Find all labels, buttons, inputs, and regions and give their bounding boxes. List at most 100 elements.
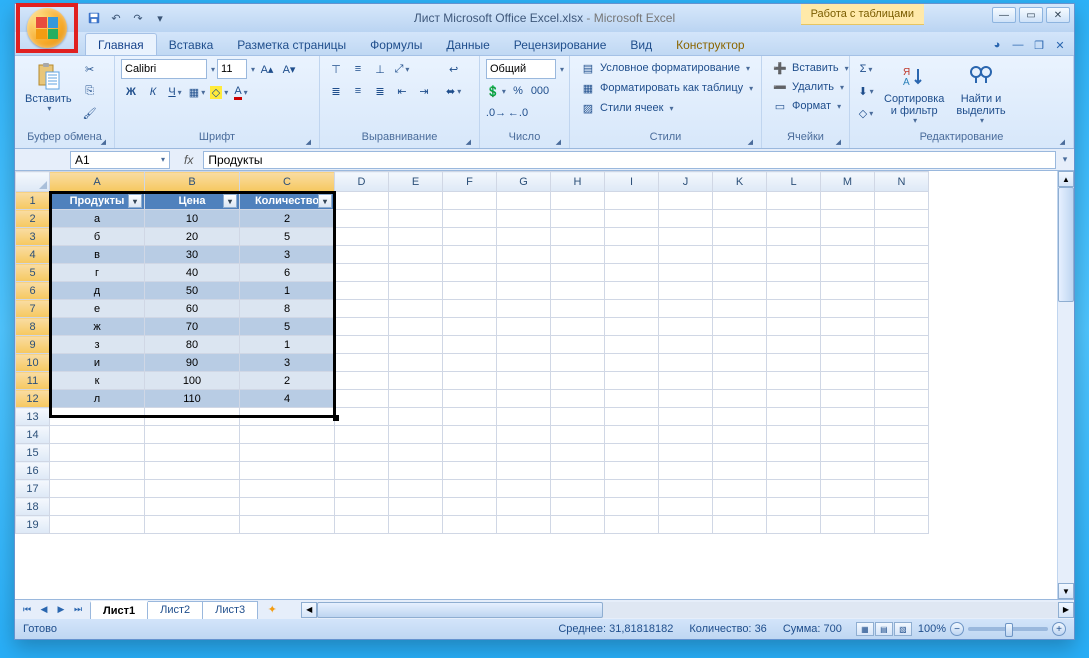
vertical-scrollbar[interactable]: ▲ ▼	[1057, 171, 1074, 599]
cell[interactable]	[50, 480, 145, 498]
cell[interactable]	[497, 462, 551, 480]
insert-function-icon[interactable]: fx	[174, 153, 203, 167]
format-as-table-button[interactable]: ▦Форматировать как таблицу▾	[576, 79, 757, 97]
cell[interactable]	[875, 444, 929, 462]
cell[interactable]	[389, 192, 443, 210]
conditional-formatting-button[interactable]: ▤Условное форматирование▾	[576, 59, 754, 77]
cell[interactable]	[659, 444, 713, 462]
cell[interactable]	[551, 264, 605, 282]
maximize-button[interactable]: ▭	[1019, 7, 1043, 23]
filter-icon[interactable]: ▾	[223, 194, 237, 208]
cell[interactable]	[443, 480, 497, 498]
cell[interactable]	[821, 444, 875, 462]
cell[interactable]	[821, 480, 875, 498]
cell[interactable]	[821, 228, 875, 246]
cell[interactable]	[767, 498, 821, 516]
cell[interactable]	[659, 228, 713, 246]
cell[interactable]	[551, 372, 605, 390]
cell[interactable]	[713, 228, 767, 246]
cell[interactable]	[659, 480, 713, 498]
cell[interactable]	[605, 228, 659, 246]
cell[interactable]	[767, 210, 821, 228]
cell[interactable]	[659, 498, 713, 516]
cell[interactable]	[551, 246, 605, 264]
cell[interactable]	[659, 300, 713, 318]
font-color-icon[interactable]: A▾	[231, 82, 251, 102]
cell[interactable]	[497, 408, 551, 426]
cell[interactable]	[659, 210, 713, 228]
table-cell[interactable]: л	[50, 390, 145, 408]
cell[interactable]	[443, 498, 497, 516]
decrease-decimal-icon[interactable]: ←.0	[508, 103, 528, 123]
ribbon-tab-вид[interactable]: Вид	[618, 34, 664, 55]
cell[interactable]	[605, 462, 659, 480]
cell[interactable]	[389, 300, 443, 318]
col-header-G[interactable]: G	[497, 172, 551, 192]
decrease-indent-icon[interactable]: ⇤	[392, 81, 412, 101]
scroll-up-icon[interactable]: ▲	[1058, 171, 1074, 187]
cell[interactable]	[551, 480, 605, 498]
cell[interactable]	[335, 354, 389, 372]
row-header-18[interactable]: 18	[16, 498, 50, 516]
cell[interactable]	[605, 210, 659, 228]
redo-icon[interactable]: ↷	[129, 9, 147, 27]
cell[interactable]	[443, 228, 497, 246]
cell[interactable]	[443, 408, 497, 426]
filter-icon[interactable]: ▾	[318, 194, 332, 208]
cell[interactable]	[713, 498, 767, 516]
cell[interactable]	[767, 390, 821, 408]
zoom-in-icon[interactable]: +	[1052, 622, 1066, 636]
cell[interactable]	[50, 498, 145, 516]
table-cell[interactable]: 100	[145, 372, 240, 390]
cell[interactable]	[389, 336, 443, 354]
cell[interactable]	[659, 372, 713, 390]
row-header-16[interactable]: 16	[16, 462, 50, 480]
cell[interactable]	[240, 408, 335, 426]
page-break-view-icon[interactable]: ▧	[894, 622, 912, 636]
copy-icon[interactable]: ⎘	[80, 81, 100, 101]
col-header-L[interactable]: L	[767, 172, 821, 192]
cell[interactable]	[605, 354, 659, 372]
cell[interactable]	[767, 228, 821, 246]
table-header-cell[interactable]: Продукты▾	[50, 192, 145, 210]
table-cell[interactable]: 70	[145, 318, 240, 336]
cell[interactable]	[659, 516, 713, 534]
cell[interactable]	[443, 210, 497, 228]
comma-format-icon[interactable]: 000	[530, 81, 550, 101]
cell[interactable]	[389, 246, 443, 264]
row-header-11[interactable]: 11	[16, 372, 50, 390]
table-cell[interactable]: в	[50, 246, 145, 264]
cell[interactable]	[443, 462, 497, 480]
cell[interactable]	[497, 210, 551, 228]
cell[interactable]	[659, 390, 713, 408]
number-format-select[interactable]	[486, 59, 556, 79]
zoom-out-icon[interactable]: −	[950, 622, 964, 636]
col-header-F[interactable]: F	[443, 172, 497, 192]
table-cell[interactable]: 5	[240, 228, 335, 246]
cell[interactable]	[50, 408, 145, 426]
save-icon[interactable]	[85, 9, 103, 27]
cell-styles-button[interactable]: ▨Стили ячеек▾	[576, 99, 678, 117]
cell[interactable]	[821, 354, 875, 372]
increase-indent-icon[interactable]: ⇥	[414, 81, 434, 101]
cell[interactable]	[50, 516, 145, 534]
cell[interactable]	[605, 390, 659, 408]
next-sheet-icon[interactable]: ▶	[53, 602, 69, 618]
cell[interactable]	[767, 426, 821, 444]
cell[interactable]	[875, 516, 929, 534]
cell[interactable]	[389, 444, 443, 462]
cell[interactable]	[443, 372, 497, 390]
cell[interactable]	[335, 246, 389, 264]
cell[interactable]	[335, 210, 389, 228]
row-header-15[interactable]: 15	[16, 444, 50, 462]
align-left-icon[interactable]: ≣	[326, 81, 346, 101]
col-header-D[interactable]: D	[335, 172, 389, 192]
cell[interactable]	[443, 444, 497, 462]
minimize-button[interactable]: —	[992, 7, 1016, 23]
table-cell[interactable]: г	[50, 264, 145, 282]
table-cell[interactable]: к	[50, 372, 145, 390]
cell[interactable]	[767, 372, 821, 390]
cell[interactable]	[821, 516, 875, 534]
table-cell[interactable]: 2	[240, 210, 335, 228]
cell[interactable]	[713, 282, 767, 300]
